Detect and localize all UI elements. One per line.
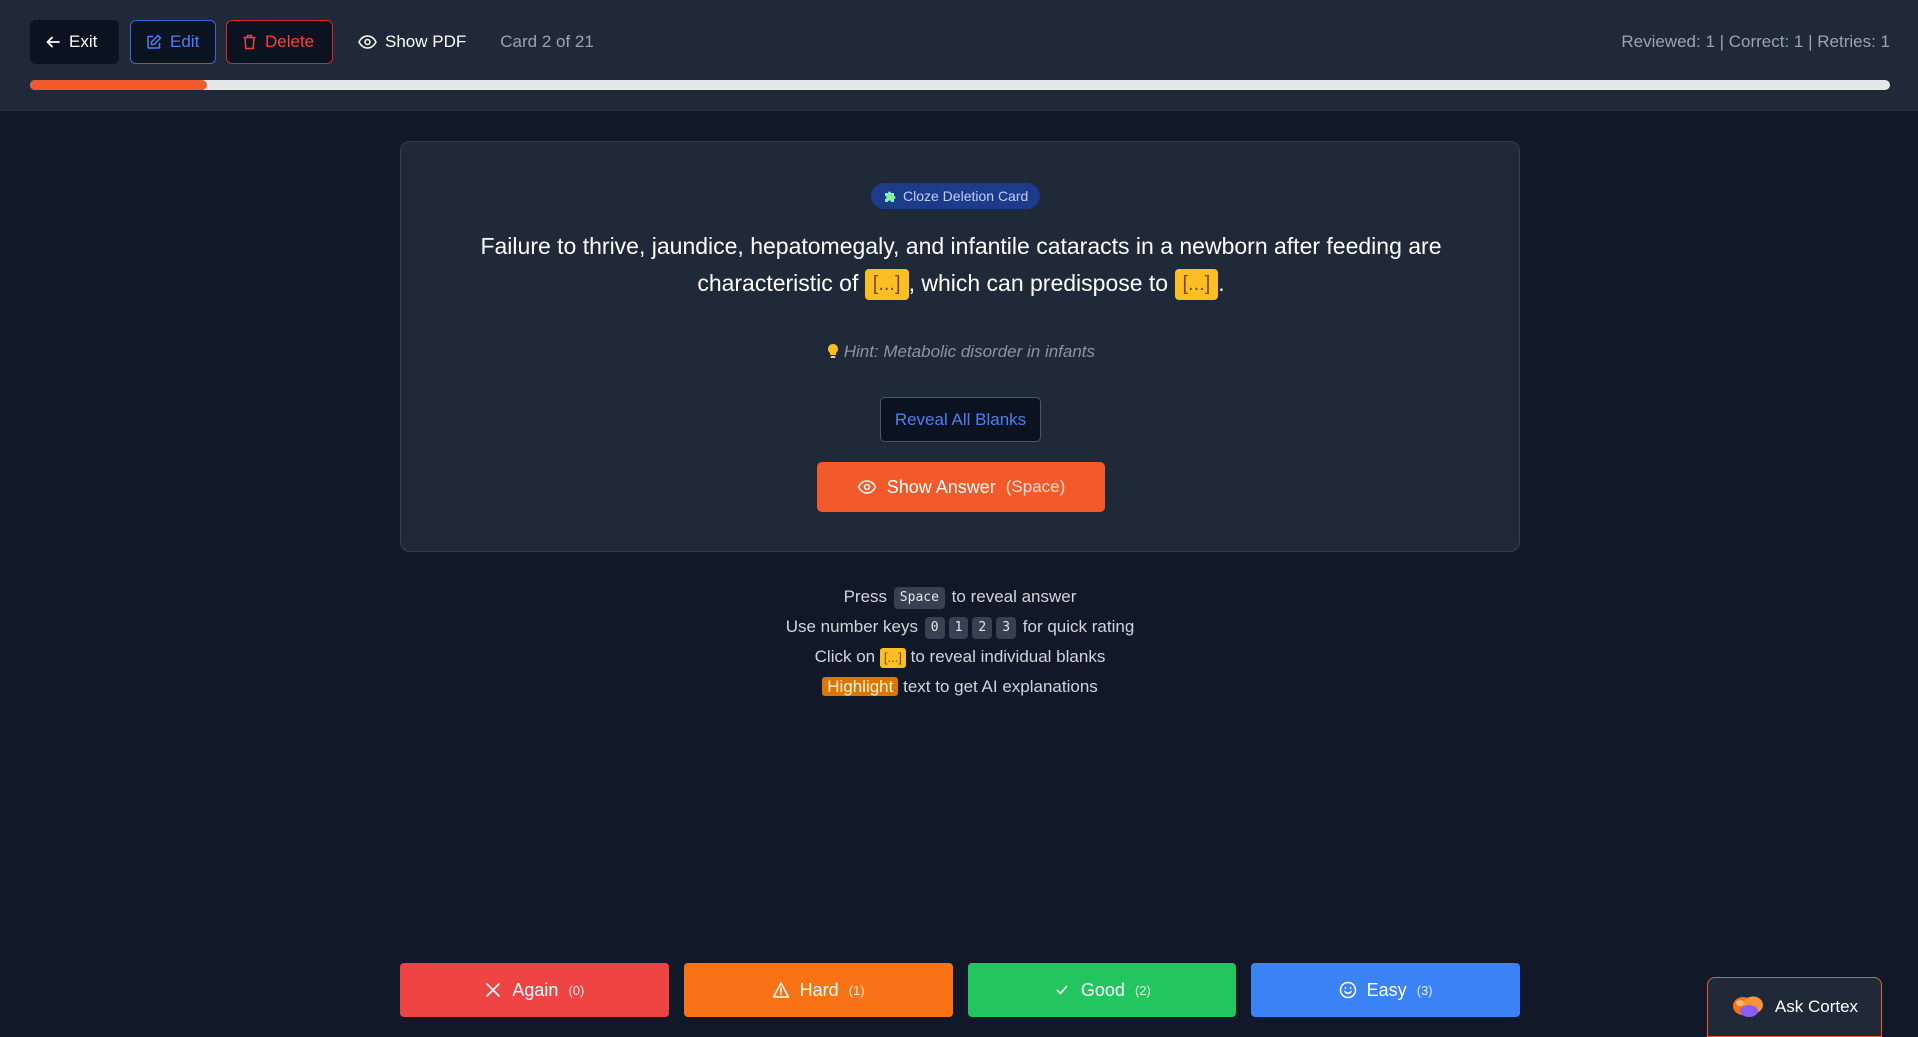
help-text: Click on <box>814 647 876 666</box>
hard-button[interactable]: Hard (1) <box>683 963 953 1017</box>
hard-label: Hard <box>799 979 839 1000</box>
key-1: 1 <box>948 616 969 639</box>
exit-label: Exit <box>69 32 98 51</box>
help-text: text to get AI explanations <box>903 677 1098 696</box>
edit-button[interactable]: Edit <box>130 20 216 64</box>
key-0: 0 <box>924 616 945 639</box>
keyboard-help: Press Space to reveal answer Use number … <box>400 582 1520 702</box>
help-text: to reveal individual blanks <box>910 647 1106 666</box>
hard-shortcut: (1) <box>848 982 865 998</box>
delete-button[interactable]: Delete <box>226 20 333 64</box>
question-part-3: . <box>1218 270 1225 296</box>
easy-label: Easy <box>1366 979 1407 1000</box>
ask-cortex-button[interactable]: Ask Cortex <box>1707 977 1882 1037</box>
lightbulb-icon <box>827 344 838 358</box>
help-text: Use number keys <box>785 617 918 636</box>
help-line-highlight: Highlight text to get AI explanations <box>400 672 1520 702</box>
progress-bar <box>30 80 1890 90</box>
help-line-space: Press Space to reveal answer <box>400 582 1520 612</box>
highlight-sample: Highlight <box>822 677 899 696</box>
eye-icon <box>857 480 877 494</box>
review-stats: Reviewed: 1 | Correct: 1 | Retries: 1 <box>1621 32 1890 51</box>
space-key: Space <box>893 586 945 609</box>
flashcard: Cloze Deletion Card Failure to thrive, j… <box>400 141 1520 552</box>
edit-label: Edit <box>170 32 200 51</box>
help-text: for quick rating <box>1022 617 1135 636</box>
check-icon <box>1056 985 1068 995</box>
reveal-all-blanks-button[interactable]: Reveal All Blanks <box>880 397 1041 442</box>
good-label: Good <box>1080 979 1125 1000</box>
question-text: Failure to thrive, jaundice, hepatomegal… <box>441 228 1481 302</box>
again-button[interactable]: Again (0) <box>400 963 669 1017</box>
easy-shortcut: (3) <box>1416 982 1433 998</box>
hint-text: Hint: Metabolic disorder in infants <box>843 342 1096 361</box>
x-icon <box>486 983 501 997</box>
show-answer-button[interactable]: Show Answer (Space) <box>817 462 1105 512</box>
help-text: to reveal answer <box>951 587 1077 606</box>
show-pdf-button[interactable]: Show PDF <box>348 20 476 64</box>
delete-label: Delete <box>265 32 315 51</box>
again-label: Again <box>512 979 559 1000</box>
key-2: 2 <box>972 616 993 639</box>
cloze-blank-2[interactable]: [...] <box>1174 269 1219 301</box>
help-text: Press <box>843 587 888 606</box>
easy-button[interactable]: Easy (3) <box>1251 963 1520 1017</box>
hint: Hint: Metabolic disorder in infants <box>401 342 1521 362</box>
edit-icon <box>147 34 162 49</box>
arrow-left-icon <box>46 36 60 48</box>
question-part-2: , which can predispose to <box>908 270 1175 296</box>
top-bar: Exit Edit Delete Show PDF Card 2 of 21 R… <box>0 0 1918 111</box>
rating-bar: Again (0) Hard (1) Good (2) Easy (3) <box>400 963 1520 1017</box>
card-type-badge: Cloze Deletion Card <box>871 183 1041 209</box>
help-line-number-keys: Use number keys 0123 for quick rating <box>400 612 1520 642</box>
good-shortcut: (2) <box>1134 982 1151 998</box>
card-type-label: Cloze Deletion Card <box>903 188 1029 204</box>
ask-cortex-label: Ask Cortex <box>1774 997 1859 1016</box>
card-counter: Card 2 of 21 <box>500 32 594 51</box>
puzzle-icon <box>885 191 896 202</box>
progress-fill <box>30 80 207 90</box>
trash-icon <box>243 34 256 50</box>
eye-icon <box>358 35 377 49</box>
blank-sample: [...] <box>879 647 906 668</box>
key-3: 3 <box>996 616 1017 639</box>
smile-icon <box>1339 981 1356 999</box>
exit-button[interactable]: Exit <box>30 20 119 64</box>
cloze-blank-1[interactable]: [...] <box>864 269 909 301</box>
again-shortcut: (0) <box>568 982 585 998</box>
brain-icon <box>1732 996 1763 1017</box>
help-line-blanks: Click on [...] to reveal individual blan… <box>400 642 1520 672</box>
toolbar: Exit Edit Delete Show PDF Card 2 of 21 <box>30 20 594 64</box>
show-answer-shortcut: (Space) <box>1005 477 1066 496</box>
show-pdf-label: Show PDF <box>385 32 467 51</box>
good-button[interactable]: Good (2) <box>967 963 1237 1017</box>
warning-icon <box>772 982 789 998</box>
show-answer-label: Show Answer <box>886 476 996 497</box>
